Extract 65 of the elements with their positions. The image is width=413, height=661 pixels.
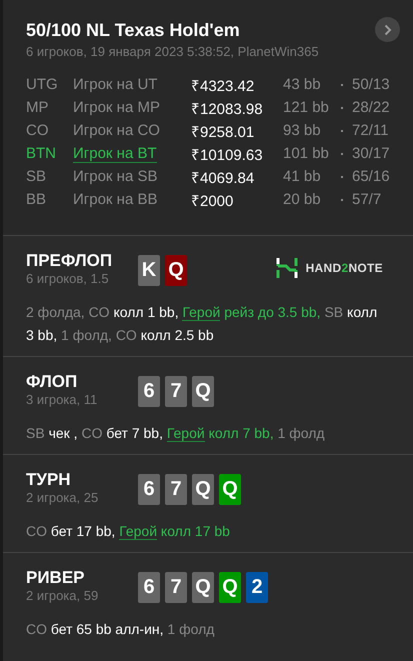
playing-card: Q — [192, 572, 214, 603]
playing-card: 6 — [138, 572, 160, 603]
stack-bb: 121 bb — [283, 96, 341, 119]
stack-bb: 41 bb — [283, 165, 341, 188]
stack-bb: 20 bb — [283, 188, 341, 211]
player-name: Игрок на CO — [73, 122, 160, 139]
playing-card: Q — [192, 474, 214, 505]
stack-amount: ₹12083.98 — [191, 100, 264, 119]
stack-bb: 43 bb — [283, 73, 341, 96]
playing-card: Q — [192, 376, 214, 407]
street-title: ФЛОП — [26, 372, 78, 392]
logo-icon — [276, 257, 298, 279]
hero-link[interactable]: Герой — [182, 304, 220, 321]
player-name: Игрок на UT — [73, 76, 158, 93]
playing-card: 2 — [246, 572, 268, 603]
player-stats: 30/17 — [352, 144, 390, 164]
hero-link[interactable]: Герой — [119, 523, 158, 540]
chevron-right-icon — [384, 24, 392, 36]
stack-bb: 101 bb — [283, 142, 341, 165]
player-stats: 65/16 — [352, 167, 390, 187]
street-info: 3 игрока, 11 — [26, 392, 98, 408]
street-title: РИВЕР — [26, 568, 86, 588]
position-label: MP — [26, 98, 50, 118]
playing-card: K — [138, 255, 160, 286]
stack-bb: 93 bb — [283, 119, 341, 142]
player-stats: 57/7 — [352, 190, 382, 210]
playing-card: 6 — [138, 376, 160, 407]
stack-amount: ₹10109.63 — [191, 146, 264, 165]
hero-link[interactable]: Герой — [166, 425, 205, 442]
action-text: CO бет 17 bb, Герой колл 17 bb — [26, 522, 231, 542]
position-label: SB — [26, 167, 48, 187]
hand-info: 6 игроков, 19 января 2023 5:38:52, PlanetWin365 — [26, 43, 320, 61]
stack-amount: ₹9258.01 — [191, 122, 256, 142]
playing-card: Q — [219, 474, 241, 505]
action-text: 2 фолда, CO колл 1 bb, Герой рейз до 3.5 bb, SB колл 3 bb, 1 фолд, CO колл 2.5 bb — [26, 303, 378, 345]
street-info: 6 игроков, 1.5 — [26, 271, 110, 287]
street-title: ТУРН — [26, 470, 72, 490]
playing-card: 7 — [165, 572, 187, 603]
player-name: Игрок на MP — [73, 99, 160, 116]
player-stats: 50/13 — [352, 75, 390, 95]
next-button[interactable] — [375, 17, 400, 42]
logo-text: HAND2NOTE — [306, 261, 383, 275]
playing-card: 6 — [138, 474, 160, 505]
position-label: CO — [26, 121, 50, 141]
playing-card: 7 — [165, 376, 187, 407]
playing-card: Q — [219, 572, 241, 603]
player-name: Игрок на BB — [73, 191, 158, 208]
hand-title: 50/100 NL Texas Hold'em — [26, 19, 240, 42]
stack-amount: ₹4323.42 — [191, 73, 283, 96]
playing-card: Q — [165, 255, 187, 286]
street-info: 2 игрока, 59 — [26, 588, 100, 604]
position-label: BTN — [26, 142, 73, 165]
player-stats: 28/22 — [352, 98, 390, 118]
street-title: ПРЕФЛОП — [26, 251, 114, 271]
action-text: CO бет 65 bb алл-ин, 1 фолд — [26, 620, 216, 639]
player-name[interactable]: Игрок на BT — [73, 145, 157, 163]
player-stats: 72/11 — [352, 121, 390, 141]
position-label: BB — [26, 190, 48, 210]
stack-amount: ₹4069.84 — [191, 165, 283, 188]
playing-card: 7 — [165, 474, 187, 505]
stack-amount: ₹2000 — [191, 192, 234, 211]
position-label: UTG — [26, 75, 59, 95]
player-name: Игрок на SB — [73, 168, 158, 185]
street-info: 2 игрока, 25 — [26, 490, 100, 506]
action-text: SB чек , CO бет 7 bb, Герой колл 7 bb, 1 фолд — [26, 424, 326, 444]
